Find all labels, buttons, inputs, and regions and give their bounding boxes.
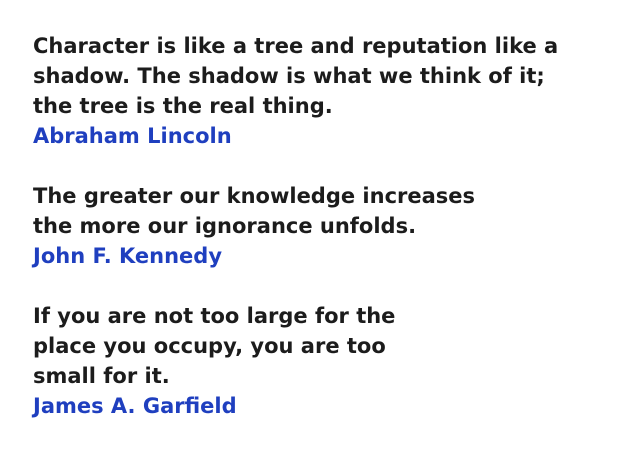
quote-block-lincoln: Character is like a tree and reputation … [33, 31, 633, 151]
quote-author: James A. Garfield [33, 394, 237, 418]
quote-line: shadow. The shadow is what we think of i… [33, 64, 545, 88]
quote-line: the more our ignorance unfolds. [33, 214, 417, 238]
quote-author: John F. Kennedy [33, 244, 223, 268]
quote-line: Character is like a tree and reputation … [33, 34, 559, 58]
quote-author: Abraham Lincoln [33, 124, 232, 148]
quotes-page: Character is like a tree and reputation … [33, 31, 633, 421]
quote-block-garfield: If you are not too large for the place y… [33, 301, 633, 421]
quote-line: The greater our knowledge increases [33, 184, 476, 208]
quote-block-kennedy: The greater our knowledge increases the … [33, 181, 633, 271]
quote-line: the tree is the real thing. [33, 94, 333, 118]
quote-line: place you occupy, you are too [33, 334, 386, 358]
quote-line: small for it. [33, 364, 170, 388]
quote-line: If you are not too large for the [33, 304, 396, 328]
